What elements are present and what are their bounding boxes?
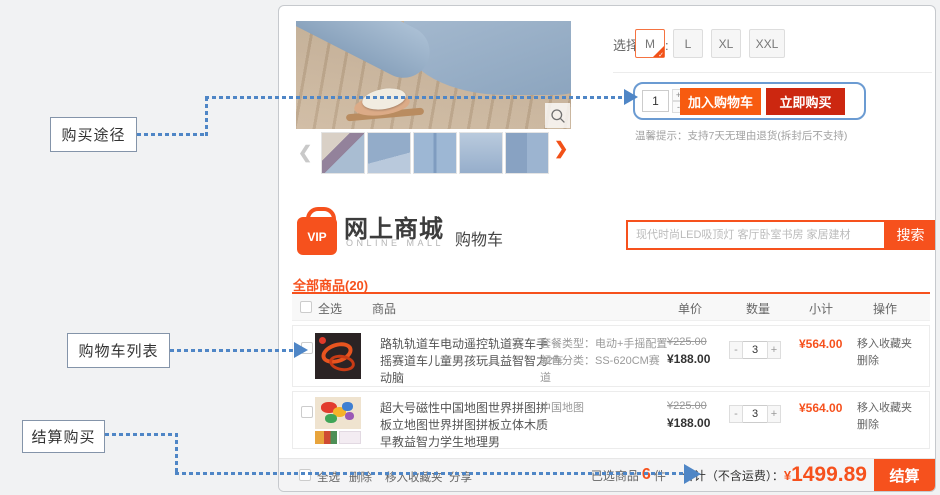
annotation-arrow-icon [294,342,308,358]
mini-grid-image [339,431,361,444]
track-ring [328,353,356,373]
annotation-connector [105,433,178,436]
website-panel: ❮ ❯ 选择尺码: M L XL XXL 1 + - 加入购物车 立即购买 温馨… [278,5,936,492]
page-title: 购物车 [455,226,503,250]
product-image-china-map[interactable] [315,397,361,429]
mall-name-en: ONLINE MALL [346,238,444,248]
product-spec-1: 中国地图 [540,400,668,417]
map-region [345,412,354,420]
add-to-cart-button[interactable]: 加入购物车 [680,88,761,115]
annotation-connector [205,96,624,99]
quantity-value[interactable]: 3 [743,405,767,423]
carousel-prev-icon[interactable]: ❮ [298,143,312,163]
header-select-all: 全选 [318,300,342,317]
move-to-favorites-link[interactable]: 移入收藏夹 [857,335,912,351]
size-chip-xl[interactable]: XL [711,29,741,58]
total-value: 1499.89 [791,463,867,487]
thumbnail-image[interactable] [505,132,549,174]
header-action: 操作 [873,300,897,317]
current-price: ¥188.00 [667,416,710,430]
mini-map-image [315,431,337,444]
row-subtotal: ¥564.00 [799,337,842,351]
buy-now-button[interactable]: 立即购买 [766,88,845,115]
delete-link[interactable]: 删除 [857,416,879,432]
thumbnail-image[interactable] [321,132,365,174]
annotation-checkout: 结算购买 [22,420,105,453]
checkout-button[interactable]: 结算 [874,459,935,491]
size-chip-m[interactable]: M [635,29,665,58]
original-price: ¥225.00 [667,336,707,348]
annotation-connector [205,97,208,136]
product-image-minis [315,431,361,444]
size-chip-l[interactable]: L [673,29,703,58]
cart-table-header: 全选 商品 单价 数量 小计 操作 [292,294,930,321]
product-title[interactable]: 路轨轨道车电动遥控轨道赛车手摇赛道车儿童男孩玩具益智智力动脑 [380,336,550,387]
delete-link[interactable]: 删除 [857,352,879,368]
track-car [319,337,326,344]
annotation-connector [170,349,294,352]
select-all-checkbox[interactable] [299,469,311,481]
magnifier-icon[interactable] [545,103,570,128]
logo-badge: VIP [297,230,337,244]
carousel-next-icon[interactable]: ❯ [554,139,568,159]
selected-count: 6 [642,466,651,484]
size-chip-xxl[interactable]: XXL [749,29,785,58]
product-main-image [296,21,571,129]
annotation-connector [175,433,178,475]
quantity-increase-button[interactable]: + [767,405,781,423]
row-quantity-stepper: - 3 + [729,405,781,423]
thumbnail-image[interactable] [367,132,411,174]
cart-totals: 已选商品 6 件 合计（不含运费）： ¥ 1499.89 [591,459,867,491]
size-options: M L XL XXL [635,29,785,58]
photo-jeans-shape [404,21,571,95]
quantity-value[interactable]: 3 [743,341,767,359]
buy-actions-highlight: 1 + - 加入购物车 立即购买 [633,82,866,120]
row-quantity-stepper: - 3 + [729,341,781,359]
move-to-favorites-link[interactable]: 移入收藏夹 [857,399,912,415]
row-subtotal: ¥564.00 [799,401,842,415]
map-region [342,402,353,411]
annotation-connector [175,472,685,475]
selected-suffix: 件 [654,467,666,484]
header-unit-price: 单价 [678,300,702,317]
mall-logo-icon[interactable]: VIP [297,217,337,255]
photo-leg-shape [296,21,439,87]
thumbnail-image[interactable] [413,132,457,174]
annotation-cart-list: 购物车列表 [67,333,170,368]
product-image-race-track[interactable] [315,333,361,379]
cart-row: 超大号磁性中国地图世界拼图拼板立地图世界拼图拼板立体木质早教益智力学生地理男 中… [292,391,930,449]
header-subtotal: 小计 [809,300,833,317]
annotation-connector [137,133,207,136]
search-button[interactable]: 搜索 [886,220,935,250]
search-input[interactable] [626,220,886,250]
row-checkbox[interactable] [301,406,313,418]
annotation-arrow-icon [684,464,701,484]
annotation-purchase-path: 购买途径 [50,117,137,152]
header-product: 商品 [372,300,396,317]
select-all-checkbox[interactable] [300,301,312,313]
selected-prefix: 已选商品 [591,467,639,484]
product-title[interactable]: 超大号磁性中国地图世界拼图拼板立地图世界拼图拼板立体木质早教益智力学生地理男 [380,400,550,451]
currency-symbol: ¥ [784,468,791,483]
quantity-decrease-button[interactable]: - [729,405,743,423]
original-price: ¥225.00 [667,400,707,412]
return-policy-tip: 温馨提示：支持7天无理由退货(拆封后不支持) [635,128,847,143]
divider [613,72,932,73]
current-price: ¥188.00 [667,352,710,366]
cart-row: 路轨轨道车电动遥控轨道赛车手摇赛道车儿童男孩玩具益智智力动脑 套餐类型：电动+手… [292,325,930,387]
map-region [325,414,337,423]
thumbnail-strip [321,132,549,174]
quantity-increase-button[interactable]: + [767,341,781,359]
header-quantity: 数量 [746,300,770,317]
product-spec-2: 颜色分类：SS-620CM赛道 [540,353,668,387]
quantity-input[interactable]: 1 [642,90,669,112]
thumbnail-image[interactable] [459,132,503,174]
quantity-decrease-button[interactable]: - [729,341,743,359]
annotation-arrow-icon [624,89,638,105]
